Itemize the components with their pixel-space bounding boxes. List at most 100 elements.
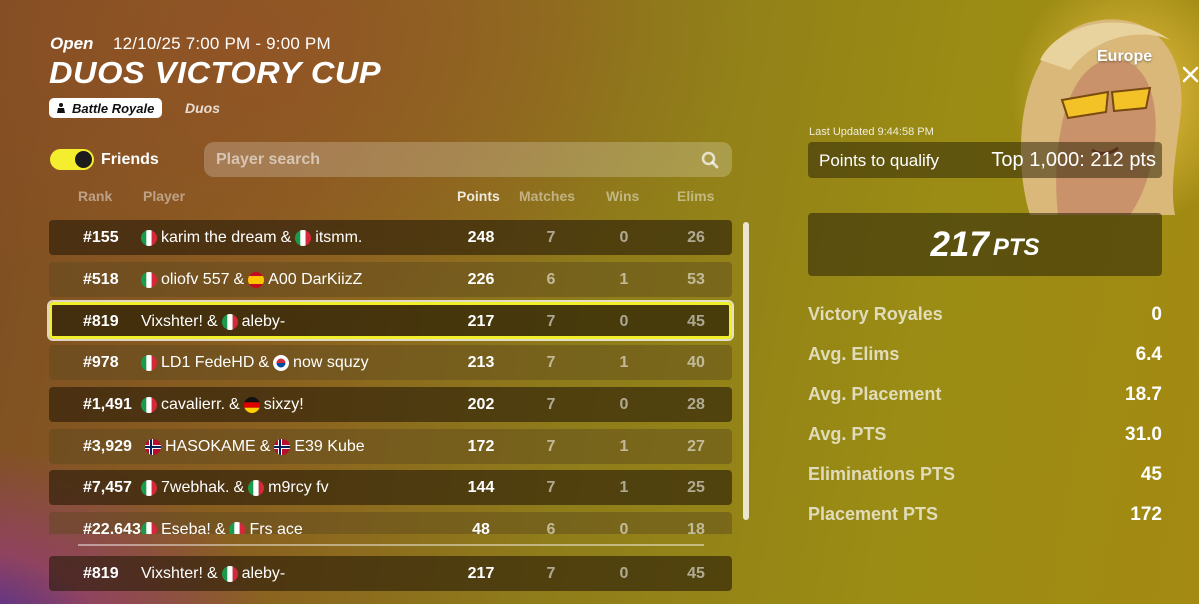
player-separator: & bbox=[206, 565, 218, 582]
search-placeholder: Player search bbox=[216, 151, 321, 168]
row-points: 248 bbox=[467, 229, 495, 246]
player-two: aleby- bbox=[241, 313, 286, 330]
player-one: HASOKAME bbox=[165, 438, 256, 455]
leaderboard-row[interactable]: #1,491 cavalierr. & sixzy! 202 7 0 28 bbox=[49, 387, 732, 422]
row-points: 226 bbox=[467, 271, 495, 288]
player-separator: & bbox=[233, 479, 245, 496]
row-wins: 1 bbox=[619, 479, 629, 496]
player-one: karim the dream bbox=[161, 229, 277, 246]
friends-toggle[interactable] bbox=[50, 149, 94, 170]
battle-royale-icon bbox=[57, 103, 65, 113]
row-wins: 0 bbox=[619, 396, 629, 413]
player-one: Vixshter! bbox=[141, 313, 203, 330]
stat-label: Avg. Placement bbox=[808, 384, 942, 404]
italy-flag-icon bbox=[221, 566, 238, 582]
friends-label: Friends bbox=[101, 151, 159, 168]
row-points: 213 bbox=[467, 354, 495, 371]
row-matches: 7 bbox=[546, 354, 556, 371]
italy-flag-icon bbox=[141, 397, 157, 413]
close-icon[interactable] bbox=[1182, 66, 1199, 83]
row-elims: 26 bbox=[687, 229, 705, 246]
player-one: Eseba! bbox=[161, 521, 211, 534]
player-separator: & bbox=[280, 229, 292, 246]
row-rank: #155 bbox=[83, 229, 119, 246]
total-points-unit: PTS bbox=[992, 233, 1040, 261]
row-wins: 1 bbox=[619, 354, 629, 371]
player-one: 7webhak. bbox=[161, 479, 230, 496]
row-points: 202 bbox=[467, 396, 495, 413]
row-players: oliofv 557 & A00 DarKiizZ bbox=[141, 271, 362, 289]
leaderboard-row[interactable]: #22,643 Eseba! & Frs ace 48 6 0 18 bbox=[49, 512, 732, 534]
row-matches: 7 bbox=[546, 479, 556, 496]
header-matches[interactable]: Matches bbox=[519, 188, 575, 204]
last-updated: Last Updated 9:44:58 PM bbox=[809, 126, 934, 138]
pinned-divider bbox=[78, 544, 704, 546]
row-elims: 27 bbox=[687, 438, 705, 455]
leaderboard-row[interactable]: #155 karim the dream & itsmm. 248 7 0 26 bbox=[49, 220, 732, 255]
row-matches: 7 bbox=[546, 396, 556, 413]
row-rank: #3,929 bbox=[83, 438, 132, 455]
row-players: Eseba! & Frs ace bbox=[141, 521, 303, 534]
stat-label: Victory Royales bbox=[808, 304, 943, 324]
row-players: cavalierr. & sixzy! bbox=[141, 396, 304, 414]
norway-flag-icon bbox=[274, 439, 291, 455]
player-search-input[interactable]: Player search bbox=[204, 142, 732, 177]
player-separator: & bbox=[233, 271, 245, 288]
row-wins: 1 bbox=[619, 271, 629, 288]
row-elims: 53 bbox=[687, 271, 705, 288]
search-icon[interactable] bbox=[701, 151, 719, 169]
row-rank: #978 bbox=[83, 354, 119, 371]
leaderboard-row[interactable]: #3,929 HASOKAME & E39 Kube 172 7 1 27 bbox=[49, 429, 732, 464]
italy-flag-icon bbox=[141, 480, 157, 496]
row-matches: 6 bbox=[546, 271, 556, 288]
row-players: LD1 FedeHD & now squzy bbox=[141, 354, 369, 372]
row-matches: 7 bbox=[546, 565, 556, 582]
player-two: sixzy! bbox=[263, 396, 304, 413]
player-two: A00 DarKiizZ bbox=[268, 271, 363, 288]
player-separator: & bbox=[214, 521, 226, 534]
row-points: 172 bbox=[467, 438, 495, 455]
row-matches: 6 bbox=[546, 521, 556, 534]
row-elims: 45 bbox=[687, 313, 705, 330]
italy-flag-icon bbox=[229, 522, 246, 534]
norway-flag-icon bbox=[145, 439, 161, 455]
leaderboard-row-current-player[interactable]: #819 Vixshter! & aleby- 217 7 0 45 bbox=[49, 302, 732, 339]
stat-label: Eliminations PTS bbox=[808, 464, 956, 484]
player-one: oliofv 557 bbox=[161, 271, 230, 288]
row-wins: 1 bbox=[619, 438, 629, 455]
stat-label: Avg. Elims bbox=[808, 344, 900, 364]
italy-flag-icon bbox=[141, 230, 157, 246]
germany-flag-icon bbox=[243, 397, 260, 413]
row-matches: 7 bbox=[546, 229, 556, 246]
total-points-box: 217 PTS bbox=[808, 213, 1162, 276]
mode-badge: Battle Royale bbox=[49, 98, 163, 118]
pinned-player-row[interactable]: #819 Vixshter! & aleby- 217 7 0 45 bbox=[49, 556, 732, 591]
row-players: karim the dream & itsmm. bbox=[141, 229, 362, 247]
player-one: LD1 FedeHD bbox=[161, 354, 255, 371]
leaderboard-row[interactable]: #978 LD1 FedeHD & now squzy 213 7 1 40 bbox=[49, 345, 732, 380]
row-points: 48 bbox=[472, 521, 490, 534]
stat-value: 18.7 bbox=[1125, 384, 1162, 405]
player-one: cavalierr. bbox=[161, 396, 226, 413]
header-wins[interactable]: Wins bbox=[606, 188, 639, 204]
player-two: aleby- bbox=[241, 565, 286, 582]
leaderboard-row[interactable]: #518 oliofv 557 & A00 DarKiizZ 226 6 1 5… bbox=[49, 262, 732, 297]
row-wins: 0 bbox=[619, 313, 629, 330]
row-points: 217 bbox=[467, 313, 495, 330]
qualify-value: Top 1,000: 212 pts bbox=[991, 149, 1156, 171]
stat-value: 172 bbox=[1130, 504, 1162, 525]
row-elims: 40 bbox=[687, 354, 705, 371]
italy-flag-icon bbox=[141, 522, 157, 534]
row-elims: 45 bbox=[687, 565, 705, 582]
event-status: Open bbox=[50, 34, 94, 53]
qualify-box: Points to qualify Top 1,000: 212 pts bbox=[808, 142, 1162, 178]
italy-flag-icon bbox=[248, 480, 265, 496]
leaderboard-row-clipped[interactable]: #22,643 Eseba! & Frs ace 48 6 0 18 bbox=[49, 508, 732, 534]
header-elims[interactable]: Elims bbox=[677, 188, 714, 204]
scrollbar[interactable] bbox=[743, 222, 749, 520]
header-points[interactable]: Points bbox=[457, 188, 500, 204]
italy-flag-icon bbox=[141, 355, 157, 371]
leaderboard-row[interactable]: #7,457 7webhak. & m9rcy fv 144 7 1 25 bbox=[49, 470, 732, 505]
region-label: Europe bbox=[1097, 48, 1153, 65]
row-players: Vixshter! & aleby- bbox=[141, 313, 285, 331]
